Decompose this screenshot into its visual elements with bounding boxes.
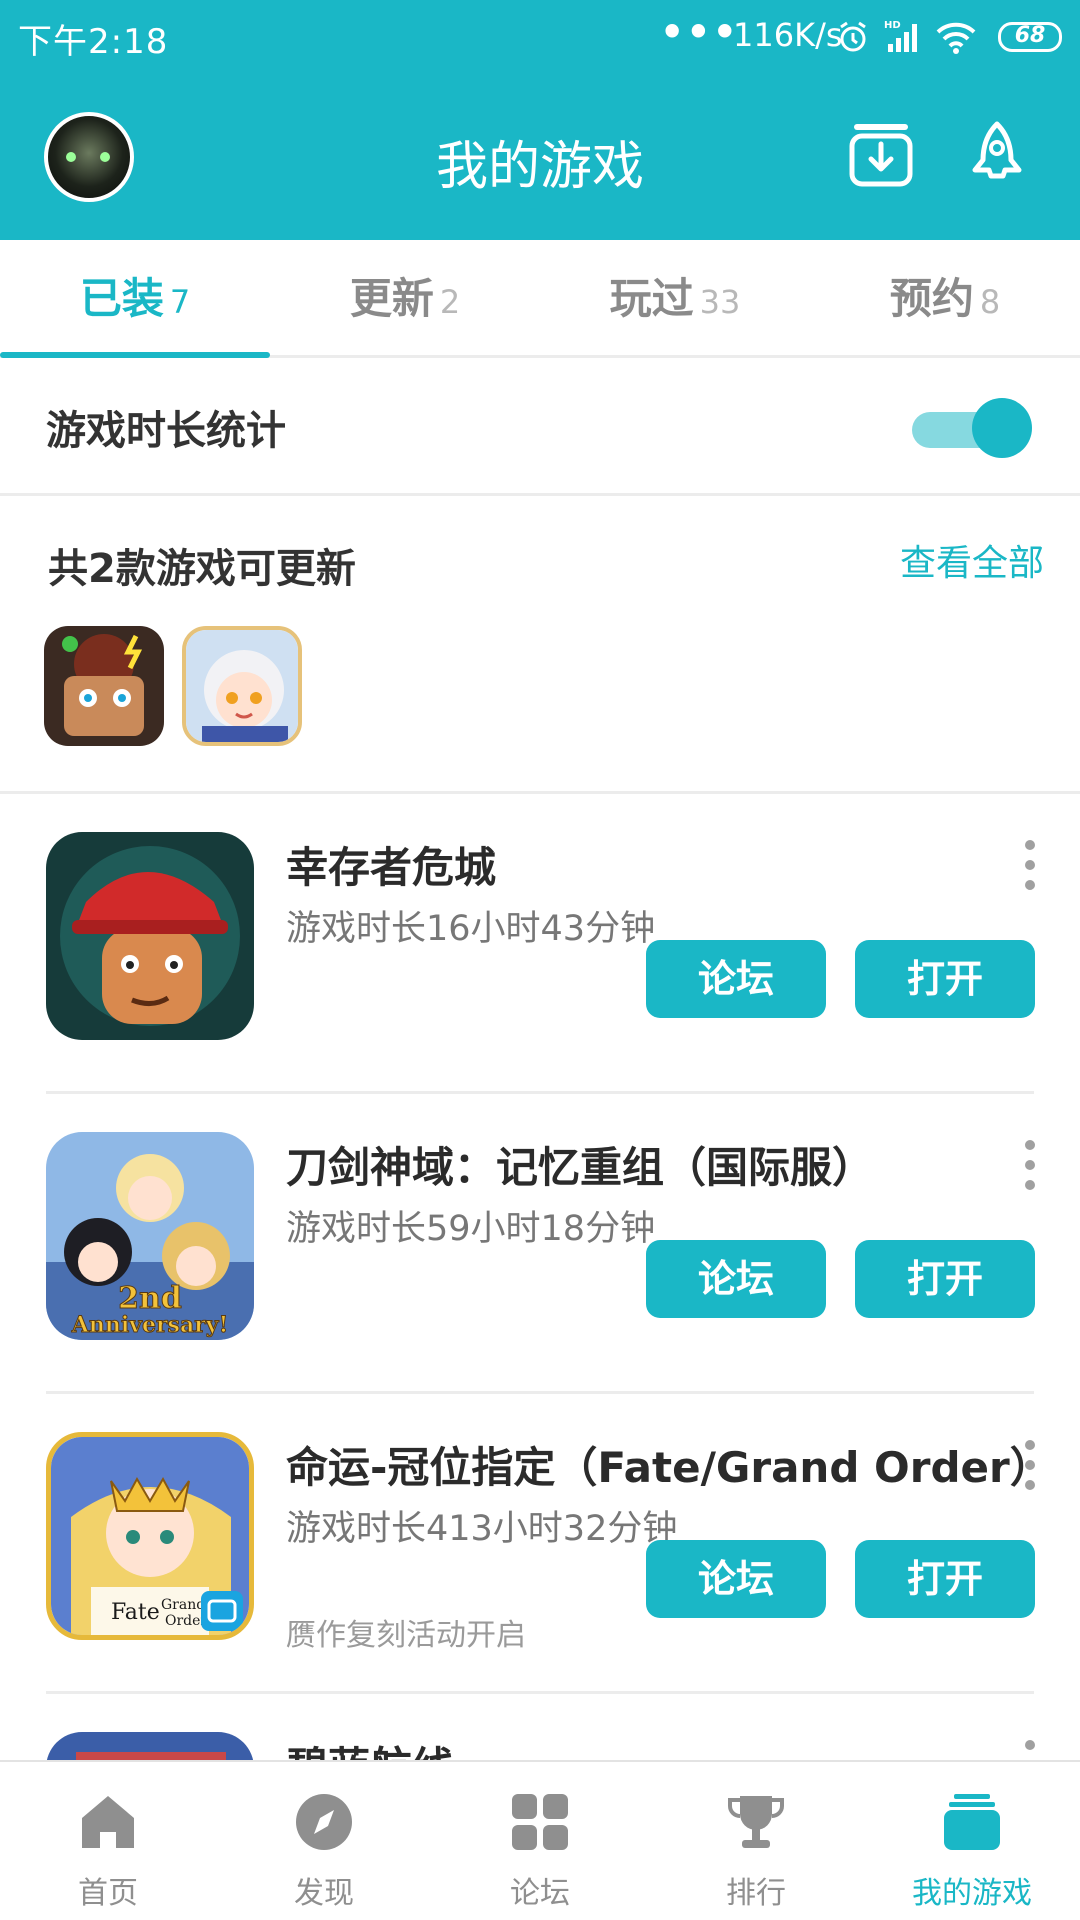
nav-label: 首页: [78, 1876, 138, 1911]
toggle-knob: [972, 398, 1032, 458]
updates-section: 共2款游戏可更新 查看全部: [0, 496, 1080, 794]
tab-bar: 已装 7 更新 2 玩过 33 预约 8: [0, 240, 1080, 358]
bottom-nav: 首页 发现 论坛 排行 我的游戏: [0, 1760, 1080, 1920]
rocket-icon[interactable]: [962, 120, 1032, 190]
app-root: 下午2:18 ••• 116K/s HD 68 我的游戏 已装 7 更新 2 玩…: [0, 0, 1080, 1920]
more-options-icon[interactable]: [1016, 1440, 1044, 1494]
updates-title: 共2款游戏可更新: [48, 546, 356, 592]
battery-indicator: 68: [998, 22, 1062, 52]
status-time: 下午2:18: [18, 22, 169, 62]
svg-text:Fate: Fate: [111, 1600, 160, 1625]
forum-button[interactable]: 论坛: [646, 1540, 826, 1618]
svg-text:Grand: Grand: [161, 1597, 205, 1613]
game-playtime: 游戏时长413小时32分钟: [286, 1509, 678, 1549]
tab-label: 已装: [79, 274, 164, 323]
game-icon[interactable]: 2nd Anniversary!: [46, 1132, 254, 1340]
game-icon[interactable]: Fate Grand Order: [46, 1432, 254, 1640]
game-playtime: 游戏时长59小时18分钟: [286, 1209, 656, 1249]
game-icon[interactable]: [46, 832, 254, 1040]
forum-button[interactable]: 论坛: [646, 1240, 826, 1318]
nav-label: 我的游戏: [912, 1876, 1032, 1911]
nav-ranking[interactable]: 排行: [648, 1762, 864, 1920]
game-title: 命运-冠位指定（Fate/Grand Order）: [286, 1443, 1052, 1492]
nav-home[interactable]: 首页: [0, 1762, 216, 1920]
open-button[interactable]: 打开: [855, 1540, 1035, 1618]
nav-discover[interactable]: 发现: [216, 1762, 432, 1920]
more-options-icon[interactable]: [1016, 1140, 1044, 1194]
tab-updates[interactable]: 更新 2: [270, 240, 540, 358]
tab-count: 33: [699, 283, 741, 321]
alarm-icon: [840, 21, 866, 52]
svg-text:HD: HD: [884, 20, 901, 31]
nav-my-games[interactable]: 我的游戏: [864, 1762, 1080, 1920]
grid-icon: [512, 1794, 568, 1850]
tab-label: 预约: [889, 274, 974, 323]
tab-reserved[interactable]: 预约 8: [810, 240, 1080, 358]
game-icon-update-1[interactable]: [44, 626, 164, 746]
tab-installed[interactable]: 已装 7: [0, 240, 270, 358]
compass-icon: [296, 1794, 352, 1850]
status-bar: 下午2:18 ••• 116K/s HD 68: [0, 0, 1080, 76]
view-all-link[interactable]: 查看全部: [900, 534, 1044, 586]
wifi-icon: [936, 22, 976, 54]
tab-label: 更新: [349, 274, 434, 323]
forum-button[interactable]: 论坛: [646, 940, 826, 1018]
nav-label: 发现: [294, 1876, 354, 1911]
download-box-icon[interactable]: [846, 120, 916, 190]
more-options-icon[interactable]: [1016, 840, 1044, 894]
tab-count: 8: [979, 283, 1001, 321]
status-net-speed: 116K/s: [733, 16, 843, 54]
page-title: 我的游戏: [435, 137, 644, 197]
svg-text:Anniversary!: Anniversary!: [71, 1312, 228, 1338]
game-row: Fate Grand Order 命运-冠位指定（Fate/Grand Order）…: [0, 1394, 1080, 1694]
game-icon-update-2[interactable]: [182, 626, 302, 746]
nav-forum[interactable]: 论坛: [432, 1762, 648, 1920]
open-button[interactable]: 打开: [855, 940, 1035, 1018]
status-more-dots: •••: [660, 10, 739, 54]
game-row: 2nd Anniversary! 刀剑神域：记忆重组（国际服） 游戏时长59小时1…: [0, 1094, 1080, 1394]
nav-label: 排行: [726, 1876, 786, 1911]
app-header: 我的游戏: [0, 96, 1080, 216]
my-games-icon: [944, 1794, 1000, 1850]
top-bar: 下午2:18 ••• 116K/s HD 68 我的游戏: [0, 0, 1080, 240]
game-title: 刀剑神域：记忆重组（国际服）: [286, 1143, 875, 1192]
battery-level: 68: [1014, 23, 1046, 48]
open-button[interactable]: 打开: [855, 1240, 1035, 1318]
svg-text:2nd: 2nd: [118, 1281, 182, 1316]
nav-label: 论坛: [510, 1876, 570, 1911]
game-playtime: 游戏时长16小时43分钟: [286, 909, 656, 949]
tab-count: 7: [169, 283, 191, 321]
playtime-stats-toggle[interactable]: [912, 398, 1032, 458]
playtime-stats-row: 游戏时长统计: [0, 358, 1080, 496]
tab-count: 2: [439, 283, 461, 321]
game-row: 幸存者危城 游戏时长16小时43分钟 论坛 打开: [0, 794, 1080, 1094]
home-icon: [82, 1796, 134, 1848]
tab-label: 玩过: [609, 274, 694, 323]
trophy-icon: [728, 1796, 784, 1848]
game-title: 幸存者危城: [286, 843, 497, 892]
signal-icon: HD: [884, 20, 917, 52]
game-event-note: 赝作复刻活动开启: [286, 1618, 526, 1653]
playtime-stats-label: 游戏时长统计: [46, 408, 286, 454]
tab-played[interactable]: 玩过 33: [540, 240, 810, 358]
